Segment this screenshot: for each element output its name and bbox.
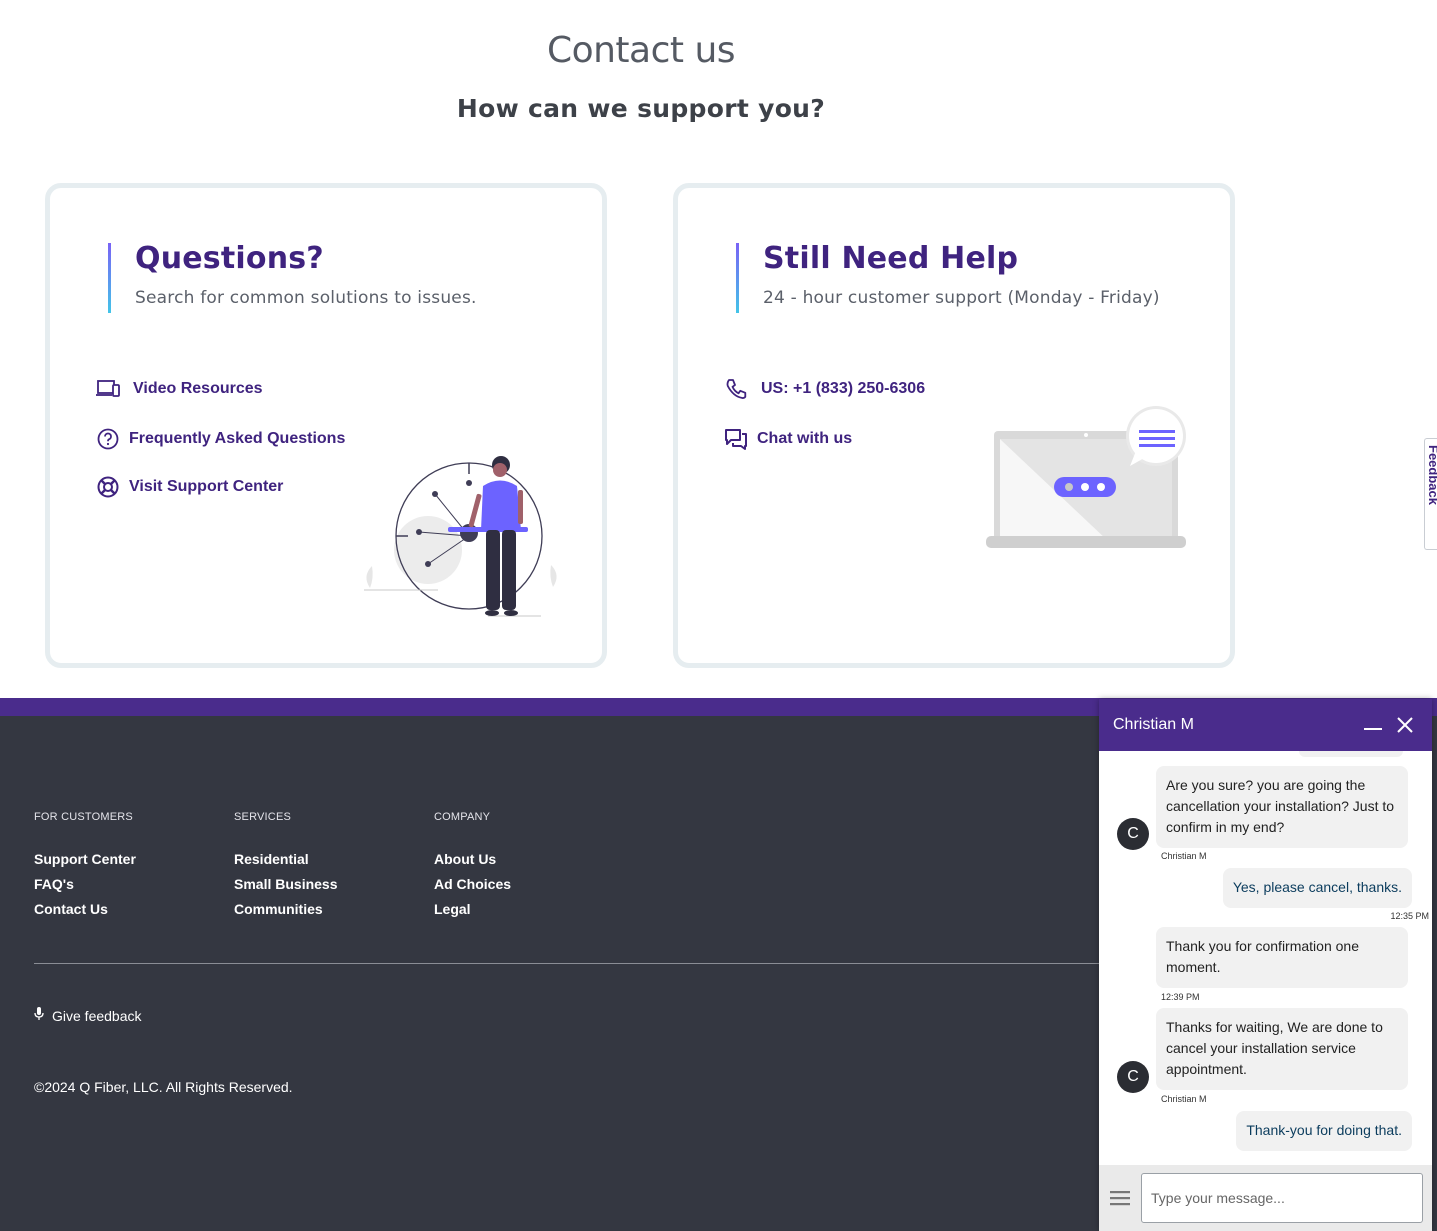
footer-heading: COMPANY: [434, 811, 491, 823]
chat-message-agent: Thank you for confirmation one moment.: [1156, 927, 1408, 988]
footer-heading: SERVICES: [234, 811, 292, 823]
message-sender: Christian M: [1161, 851, 1207, 861]
footer-heading: FOR CUSTOMERS: [34, 811, 133, 823]
questions-card: Questions? Search for common solutions t…: [45, 183, 607, 668]
chat-message-input[interactable]: [1141, 1173, 1423, 1223]
phone-icon: [723, 376, 749, 402]
footer-link-ad-choices[interactable]: Ad Choices: [434, 876, 511, 893]
minimize-chat-button[interactable]: [1360, 712, 1386, 738]
hamburger-icon: [1110, 1191, 1130, 1206]
questions-card-title: Questions?: [135, 241, 324, 276]
message-timestamp: 12:39 PM: [1161, 992, 1200, 1002]
chat-icon: [723, 426, 749, 452]
questions-card-description: Search for common solutions to issues.: [135, 288, 477, 308]
visit-support-center-link[interactable]: Visit Support Center: [95, 474, 283, 500]
message-timestamp: 12:35 PM: [1390, 911, 1429, 921]
page-subtitle: How can we support you?: [456, 94, 826, 123]
microphone-icon: [34, 1007, 44, 1024]
chat-window: Christian M Are you sure? you are going …: [1099, 699, 1432, 1231]
lifebuoy-icon: [95, 474, 121, 500]
chat-message-user: Yes, please cancel, thanks.: [1222, 868, 1412, 908]
footer-link-legal[interactable]: Legal: [434, 901, 511, 918]
footer-link-about-us[interactable]: About Us: [434, 851, 511, 868]
give-feedback-link[interactable]: Give feedback: [34, 1007, 142, 1024]
chat-message-agent: Are you sure? you are going the cancella…: [1156, 766, 1408, 848]
faq-label: Frequently Asked Questions: [129, 430, 346, 447]
video-resources-label: Video Resources: [133, 380, 263, 397]
footer-divider: [34, 963, 1104, 964]
help-card: Still Need Help 24 - hour customer suppo…: [673, 183, 1235, 668]
visit-support-center-label: Visit Support Center: [129, 478, 284, 495]
footer-link-residential[interactable]: Residential: [234, 851, 338, 868]
chat-message-user: Thank-you for doing that.: [1236, 1111, 1412, 1151]
close-icon: [1397, 717, 1413, 733]
chat-message-agent: Thanks for waiting, We are done to cance…: [1156, 1008, 1408, 1090]
give-feedback-label: Give feedback: [52, 1007, 142, 1024]
chat-transcript[interactable]: Are you sure? you are going the cancella…: [1099, 751, 1432, 1165]
agent-avatar: C: [1117, 1061, 1149, 1093]
help-card-header: Still Need Help 24 - hour customer suppo…: [736, 241, 1160, 313]
page-title: Contact us: [546, 30, 736, 71]
footer-column-customers: FOR CUSTOMERS Support Center FAQ's Conta…: [34, 811, 136, 926]
chat-agent-name: Christian M: [1113, 716, 1194, 733]
copyright-text: ©2024 Q Fiber, LLC. All Rights Reserved.: [34, 1079, 293, 1095]
phone-number-label: US: +1 (833) 250-6306: [761, 380, 926, 397]
video-resources-link[interactable]: Video Resources: [95, 376, 263, 402]
feedback-side-tab[interactable]: Feedback: [1424, 438, 1437, 550]
question-circle-icon: [95, 426, 121, 452]
help-card-description: 24 - hour customer support (Monday - Fri…: [763, 288, 1160, 308]
footer-column-services: SERVICES Residential Small Business Comm…: [234, 811, 338, 926]
support-illustration: [364, 456, 557, 617]
contact-page: Contact us How can we support you? Quest…: [0, 0, 1437, 1231]
faq-link[interactable]: Frequently Asked Questions: [95, 426, 345, 452]
close-chat-button[interactable]: [1392, 712, 1418, 738]
footer-column-company: COMPANY About Us Ad Choices Legal: [434, 811, 511, 926]
minimize-icon: [1364, 728, 1382, 730]
chat-with-us-link[interactable]: Chat with us: [723, 426, 852, 452]
footer-link-communities[interactable]: Communities: [234, 901, 338, 918]
phone-link[interactable]: US: +1 (833) 250-6306: [723, 376, 925, 402]
previous-message-bubble: [1299, 751, 1403, 757]
chat-with-us-label: Chat with us: [757, 430, 853, 447]
chat-menu-button[interactable]: [1108, 1186, 1132, 1210]
chat-illustration: [986, 406, 1186, 548]
agent-avatar: C: [1117, 818, 1149, 850]
questions-card-header: Questions? Search for common solutions t…: [108, 241, 477, 313]
footer-link-small-business[interactable]: Small Business: [234, 876, 338, 893]
footer-link-support-center[interactable]: Support Center: [34, 851, 136, 868]
chat-composer: [1099, 1165, 1432, 1231]
devices-icon: [95, 376, 121, 402]
help-card-title: Still Need Help: [763, 241, 1019, 276]
feedback-side-tab-label: Feedback: [1426, 445, 1437, 505]
chat-header: Christian M: [1099, 699, 1432, 751]
footer-link-contact-us[interactable]: Contact Us: [34, 901, 136, 918]
message-sender: Christian M: [1161, 1094, 1207, 1104]
footer-link-faqs[interactable]: FAQ's: [34, 876, 136, 893]
